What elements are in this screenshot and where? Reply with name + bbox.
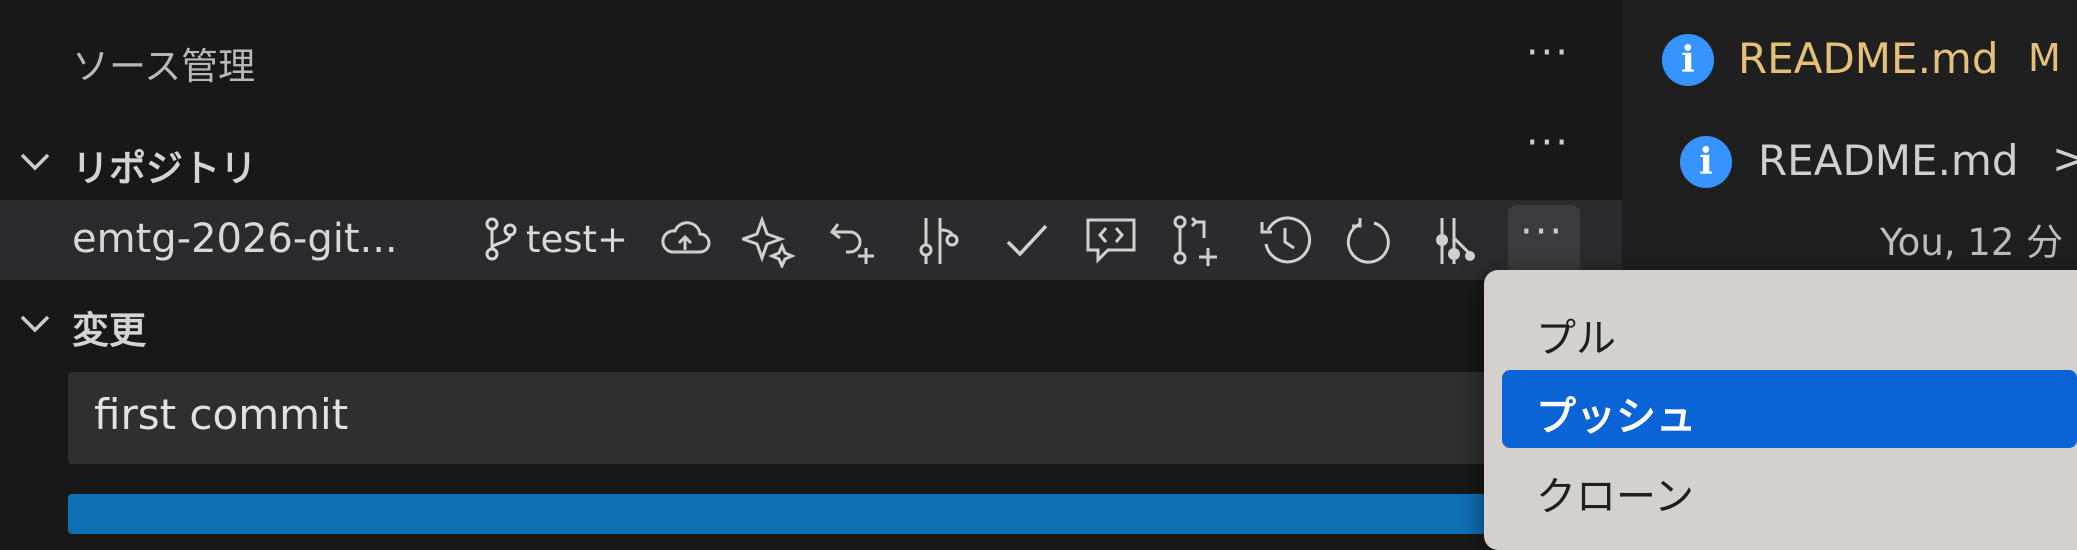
editor-tab-label[interactable]: README.md [1738, 34, 1999, 83]
panel-more-button[interactable]: ··· [1526, 30, 1570, 76]
repository-name: emtg-2026-git... [72, 216, 398, 262]
pull-request-icon[interactable] [1168, 214, 1222, 268]
source-control-panel: ソース管理 ··· リポジトリ ··· emtg-2026-git... tes… [0, 0, 1628, 534]
branch-name: test+ [526, 217, 629, 261]
changes-section-header[interactable]: 変更 [0, 286, 1622, 360]
modified-badge: M [2028, 36, 2061, 80]
commit-button[interactable] [68, 494, 1628, 534]
repositories-section-header[interactable]: リポジトリ ··· [0, 120, 1622, 198]
repository-row[interactable]: emtg-2026-git... test+ ··· [0, 200, 1622, 280]
panel-title: ソース管理 [72, 45, 256, 88]
branch-indicator[interactable]: test+ [482, 216, 628, 262]
commit-message-input[interactable]: first commit [68, 372, 1628, 464]
undo-add-icon[interactable] [826, 214, 880, 268]
comment-code-icon[interactable] [1084, 214, 1138, 268]
sparkle-icon[interactable] [738, 214, 796, 270]
breadcrumb-file[interactable]: README.md [1758, 136, 2019, 185]
blame-annotation: You, 12 分 [1880, 221, 2064, 264]
context-menu: プル プッシュ クローン [1484, 270, 2077, 550]
changes-title: 変更 [72, 309, 146, 352]
commit-check-icon[interactable] [1000, 214, 1054, 268]
branch-icon [485, 217, 517, 261]
cloud-upload-icon[interactable] [658, 214, 712, 268]
history-icon[interactable] [1258, 214, 1312, 268]
info-icon: i [1662, 34, 1714, 86]
chevron-down-icon [20, 153, 50, 171]
more-actions-icon: ··· [1520, 209, 1565, 255]
compare-icon[interactable] [910, 214, 964, 268]
menu-item-push[interactable]: プッシュ [1502, 370, 2077, 448]
more-actions-button[interactable]: ··· [1508, 205, 1580, 273]
menu-item-pull[interactable]: プル [1484, 292, 2077, 370]
menu-item-clone[interactable]: クローン [1484, 450, 2077, 528]
chevron-down-icon [20, 315, 50, 333]
refresh-icon[interactable] [1342, 214, 1396, 268]
repositories-more-button[interactable]: ··· [1526, 120, 1570, 166]
panel-header: ソース管理 ··· [0, 20, 1622, 100]
breadcrumb-separator: > [2052, 134, 2077, 183]
info-icon: i [1680, 136, 1732, 188]
graph-icon[interactable] [1428, 214, 1482, 268]
repositories-title: リポジトリ [72, 147, 257, 190]
